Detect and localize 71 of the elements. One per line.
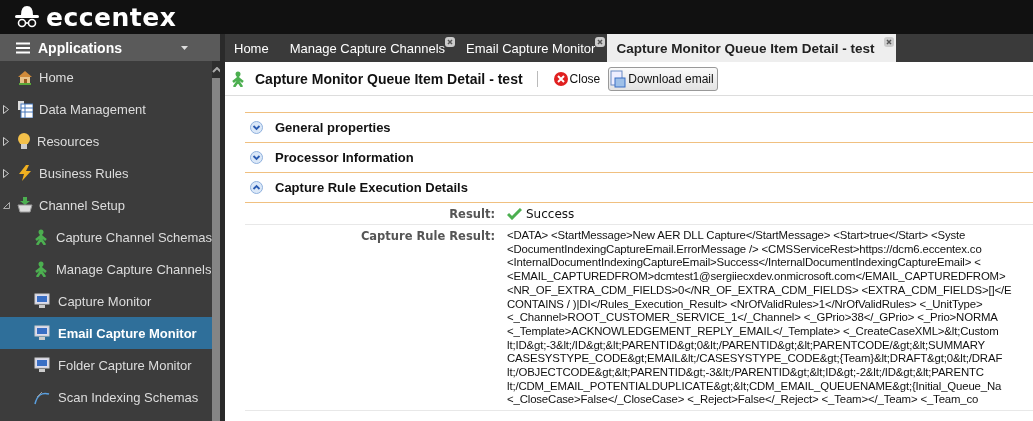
sidebar-item[interactable]: Folder Capture Monitor <box>0 349 213 381</box>
section-header[interactable]: General properties <box>245 112 1033 142</box>
sidebar-item[interactable]: Capture Channel Schemas <box>0 221 213 253</box>
sidebar-item[interactable]: Business Rules <box>0 157 213 189</box>
sidebar-item[interactable]: Channel Setup <box>0 189 213 221</box>
download-button[interactable]: Download email <box>608 66 718 91</box>
checkmark-icon <box>507 208 522 220</box>
expand-icon <box>250 151 263 164</box>
scroll-up-button[interactable] <box>212 61 223 78</box>
monitor-icon <box>34 357 50 373</box>
result-text-line: <_Template>ACKNOWLEDGEMENT_REPLY_EMAIL</_Template> <_CreateCaseXML>&lt;Custom <box>507 324 1000 339</box>
result-text-line: <DocumentIndexingCaptureEmail.ErrorMessage /> <CMSServiceRest>https://dcm6.eccentex.co <box>507 242 983 257</box>
result-text-line: <_CloseCase>False</_CloseCase> <_Reject>False</_Reject> <_Team></_Team> <_Team_co <box>507 393 980 408</box>
curve-tool-icon <box>34 389 50 405</box>
expand-icon <box>250 121 263 134</box>
person-icon <box>34 229 48 245</box>
expand-arrow-icon <box>3 104 9 114</box>
monitor-icon <box>34 325 50 341</box>
result-text-line: lt;/CDM_EMAIL_POTENTIALDUPLICATE&gt;&lt;CDM_EMAIL_QUEUENAME&gt;{Initial_Queue_Na <box>507 379 1003 394</box>
result-text-line: <InternalDocumentIndexingCaptureEmail>Success</InternalDocumentIndexingCaptureEmail> < <box>507 256 982 271</box>
section-header[interactable]: Capture Rule Execution Details <box>245 172 1033 202</box>
sidebar-item[interactable]: Home <box>0 61 213 93</box>
expand-arrow-icon <box>3 168 9 178</box>
tab[interactable]: Capture Monitor Queue Item Detail - test <box>607 34 897 62</box>
menu-icon <box>16 41 30 54</box>
status-text: Success <box>526 207 575 221</box>
basket-icon <box>17 197 33 213</box>
section-header[interactable]: Processor Information <box>245 142 1033 172</box>
spreadsheet-icon <box>17 100 33 118</box>
scrollbar[interactable] <box>212 61 223 421</box>
person-icon <box>34 261 48 277</box>
expand-arrow-icon <box>3 136 9 146</box>
close-icon[interactable] <box>595 37 606 47</box>
tab[interactable]: Manage Capture Channels <box>280 34 458 62</box>
brand-name: eccentex <box>46 2 177 32</box>
tab[interactable]: Email Capture Monitor <box>457 34 608 62</box>
lightning-icon <box>17 165 33 181</box>
person-icon <box>231 70 245 87</box>
collapse-icon <box>250 181 263 194</box>
result-text-line: CASESYSTYPE_CODE&gt;EMAIL&lt;/CASESYSTYPE_CODE&gt;{Team}&lt;DRAFT&gt;0&lt;/DRAF <box>507 352 1004 367</box>
sidebar-item[interactable]: Scan Indexing Schemas <box>0 381 213 413</box>
sidebar-item[interactable]: Capture Monitor <box>0 285 213 317</box>
field-label: Result: <box>448 207 495 221</box>
sidebar-item[interactable]: Resources <box>0 125 213 157</box>
light-bulb-icon <box>17 132 31 150</box>
close-icon[interactable] <box>445 37 456 47</box>
result-text-line: <NR_OF_EXTRA_CDM_FIELDS>0</NR_OF_EXTRA_CDM_FIELDS> <EXTRA_CDM_FIELDS>[]</E <box>507 283 1012 298</box>
result-text-line: <_Channel>ROOT_CUSTOMER_SERVICE_1</_Channel> <_GPrio>38</_GPrio> <_Prio>NORMA <box>507 311 999 325</box>
close-icon[interactable] <box>884 37 895 47</box>
hat-glasses-icon <box>13 4 41 30</box>
result-text-line: CONTAINS / )|DI</Rules_Execution_Result> <NrOfValidRules>1</NrOfValidRules> <_UnitType> <box>507 297 984 312</box>
applications-header[interactable]: Applications <box>0 34 220 61</box>
sidebar-item[interactable]: Data Management <box>0 93 213 125</box>
collapse-arrow-icon <box>3 201 10 209</box>
result-text-line: <EMAIL_CAPTUREDFROM>dcmtest1@sergiiecxdev.onmicrosoft.com</EMAIL_CAPTUREDFROM> <box>507 270 1007 284</box>
chevron-up-icon <box>212 66 223 73</box>
monitor-icon <box>34 293 50 309</box>
result-text-line: lt;/OBJECTCODE&gt;&lt;PARENTID&gt;-3&lt;/PARENTID&gt;&lt;ID&gt;-2&lt;/ID&gt;&lt;PARENTC <box>507 366 985 380</box>
field-label: Capture Rule Result: <box>359 229 495 245</box>
page-title: Capture Monitor Queue Item Detail - test <box>255 70 523 87</box>
sidebar-item[interactable]: Email Capture Monitor <box>0 317 213 349</box>
document-icon <box>610 69 627 88</box>
caret-icon <box>181 45 188 50</box>
sidebar-item[interactable]: Manage Capture Channels <box>0 253 213 285</box>
close-button[interactable]: Close <box>551 69 603 88</box>
house-icon <box>17 69 33 85</box>
tab[interactable]: Home <box>225 34 281 62</box>
applications-title: Applications <box>38 39 123 56</box>
result-text-line: lt;ID&gt;-3&lt;/ID&gt;&lt;PARENTID&gt;0&lt;/PARENTID&gt;&lt;PARENTCODE/&gt;&lt;SUMMARY <box>507 338 987 353</box>
result-text-line: <DATA> <StartMessage>New AER DLL Capture</StartMessage> <Start>true</Start> <Syste <box>507 229 967 243</box>
close-icon <box>553 71 568 86</box>
